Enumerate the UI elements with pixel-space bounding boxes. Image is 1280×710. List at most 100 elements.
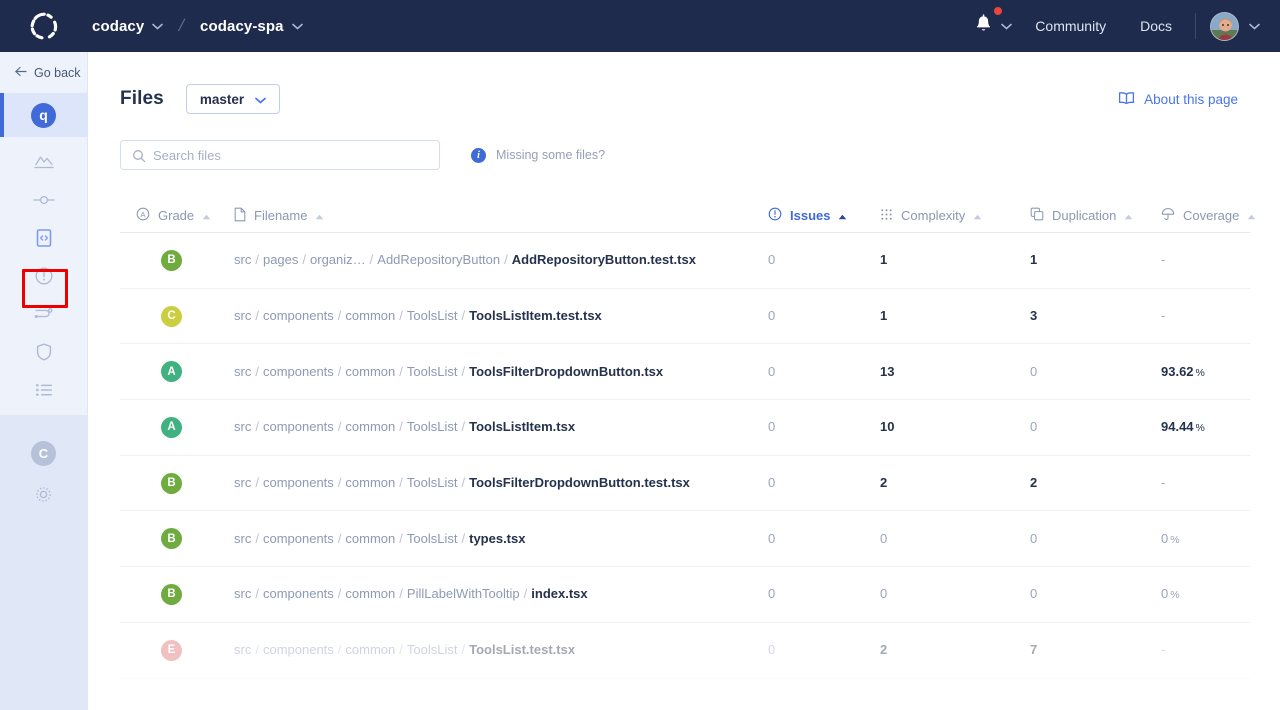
sidebar-item-dashboard[interactable]: [0, 145, 87, 183]
cell-filename[interactable]: src/components/common/ToolsList/types.ts…: [231, 530, 765, 548]
file-path: src/pages/organiz…/AddRepositoryButton/A…: [234, 252, 696, 267]
sidebar-item-logs[interactable]: [0, 373, 87, 411]
page-header: Files master About this page: [88, 52, 1280, 114]
svg-text:A: A: [141, 210, 146, 219]
grade-circle-a-icon: A: [136, 207, 150, 224]
grade-badge: B: [161, 584, 182, 605]
file-path: src/components/common/PillLabelWithToolt…: [234, 586, 588, 601]
cell-filename[interactable]: src/components/common/ToolsList/ToolsFil…: [231, 363, 765, 381]
table-row[interactable]: Bsrc/pages/organiz…/AddRepositoryButton/…: [120, 233, 1250, 289]
sidebar-item-files[interactable]: [0, 221, 87, 259]
percent-symbol: %: [1196, 367, 1205, 379]
cell-coverage-value: 94.44%: [1161, 419, 1205, 434]
sidebar-item-security[interactable]: [0, 335, 87, 373]
cell-filename[interactable]: src/pages/organiz…/AddRepositoryButton/A…: [231, 251, 765, 269]
user-menu-button[interactable]: [1210, 12, 1260, 41]
cell-grade: A: [120, 361, 231, 382]
column-header-coverage[interactable]: Coverage: [1158, 207, 1250, 224]
breadcrumb: codacy / codacy-spa: [90, 14, 305, 39]
sidebar-item-settings[interactable]: [0, 475, 87, 519]
cell-filename[interactable]: src/components/common/ToolsList/ToolsLis…: [231, 307, 765, 325]
cell-coverage-value: 0%: [1161, 586, 1180, 601]
search-files-box[interactable]: [120, 140, 440, 170]
grade-badge: A: [161, 417, 182, 438]
cell-issues: 0: [765, 363, 877, 381]
go-back-button[interactable]: Go back: [0, 52, 87, 93]
q-badge-icon: q: [31, 103, 56, 128]
breadcrumb-repo-label: codacy-spa: [200, 18, 284, 35]
column-header-issues[interactable]: Issues: [765, 207, 877, 224]
file-name: AddRepositoryButton.test.tsx: [512, 252, 696, 267]
cell-coverage: 94.44%: [1158, 418, 1250, 436]
column-header-complexity[interactable]: Complexity: [877, 208, 1027, 224]
cell-complexity: 0: [877, 530, 1027, 548]
search-icon: [132, 149, 146, 168]
cell-complexity: 0: [877, 585, 1027, 603]
branch-selector[interactable]: master: [186, 84, 280, 114]
cell-duplication: 0: [1027, 418, 1158, 436]
file-path: src/components/common/ToolsList/ToolsLis…: [234, 642, 575, 657]
cell-filename[interactable]: src/components/common/ToolsList/ToolsLis…: [231, 418, 765, 436]
shield-icon: [35, 342, 53, 367]
percent-symbol: %: [1196, 422, 1205, 434]
file-path: src/components/common/ToolsList/types.ts…: [234, 531, 525, 546]
about-this-page-link[interactable]: About this page: [1118, 91, 1238, 108]
file-name: types.tsx: [469, 531, 525, 546]
cell-issues: 0: [765, 530, 877, 548]
file-name: ToolsList.test.tsx: [469, 642, 575, 657]
copy-icon: [1030, 207, 1044, 224]
table-row[interactable]: Bsrc/components/common/ToolsList/ToolsFi…: [120, 456, 1250, 512]
notification-badge-dot: [994, 7, 1002, 15]
cell-complexity: 2: [877, 474, 1027, 492]
search-input[interactable]: [121, 141, 439, 169]
column-header-filename[interactable]: Filename: [231, 207, 765, 225]
cell-duplication-value: 1: [1030, 252, 1037, 267]
sort-arrow-icon: [202, 208, 211, 223]
sidebar-item-coverage[interactable]: C: [0, 431, 87, 475]
cell-coverage: -: [1158, 251, 1250, 269]
table-row[interactable]: Csrc/components/common/ToolsList/ToolsLi…: [120, 289, 1250, 345]
community-link[interactable]: Community: [1018, 18, 1123, 34]
breadcrumb-org[interactable]: codacy: [90, 14, 165, 39]
sidebar-item-commits[interactable]: [0, 183, 87, 221]
table-row[interactable]: Bsrc/components/common/ToolsList/types.t…: [120, 511, 1250, 567]
cell-complexity: 1: [877, 307, 1027, 325]
cell-issues-value: 0: [768, 475, 775, 490]
cell-complexity-value: 2: [880, 475, 887, 490]
cell-issues-value: 0: [768, 252, 775, 267]
cell-filename[interactable]: src/components/common/PillLabelWithToolt…: [231, 585, 765, 603]
column-header-grade-label: Grade: [158, 208, 194, 223]
cell-coverage: 0%: [1158, 530, 1250, 548]
sidebar-item-pull-requests[interactable]: [0, 297, 87, 335]
docs-link[interactable]: Docs: [1123, 18, 1189, 34]
cell-duplication-value: 0: [1030, 586, 1037, 601]
table-row[interactable]: Asrc/components/common/ToolsList/ToolsFi…: [120, 344, 1250, 400]
notifications-button[interactable]: [969, 14, 1018, 38]
table-row[interactable]: Bsrc/components/common/PillLabelWithTool…: [120, 567, 1250, 623]
sort-arrow-icon: [315, 208, 324, 223]
chevron-down-icon: [152, 23, 163, 30]
cell-grade: A: [120, 417, 231, 438]
sidebar-item-issues[interactable]: [0, 259, 87, 297]
grade-badge: B: [161, 473, 182, 494]
cell-issues: 0: [765, 418, 877, 436]
cell-filename[interactable]: src/components/common/ToolsList/ToolsLis…: [231, 641, 765, 659]
alert-circle-icon: [34, 266, 54, 291]
cell-issues: 0: [765, 251, 877, 269]
app-logo[interactable]: [0, 0, 88, 52]
cell-duplication: 3: [1027, 307, 1158, 325]
pull-request-icon: [33, 305, 55, 328]
grade-badge: A: [161, 361, 182, 382]
breadcrumb-repo[interactable]: codacy-spa: [198, 14, 305, 39]
cell-coverage-value: -: [1161, 308, 1165, 323]
cell-complexity-value: 2: [880, 642, 887, 657]
sidebar-item-quality-overview[interactable]: q: [0, 93, 87, 137]
avatar: [1210, 12, 1239, 41]
column-header-grade[interactable]: A Grade: [120, 207, 231, 224]
cell-filename[interactable]: src/components/common/ToolsList/ToolsFil…: [231, 474, 765, 492]
missing-files-link[interactable]: i Missing some files?: [471, 148, 605, 163]
table-row[interactable]: Esrc/components/common/ToolsList/ToolsLi…: [120, 623, 1250, 679]
table-row[interactable]: Asrc/components/common/ToolsList/ToolsLi…: [120, 400, 1250, 456]
column-header-duplication[interactable]: Duplication: [1027, 207, 1158, 224]
table-header-row: A Grade Filename: [120, 199, 1250, 233]
